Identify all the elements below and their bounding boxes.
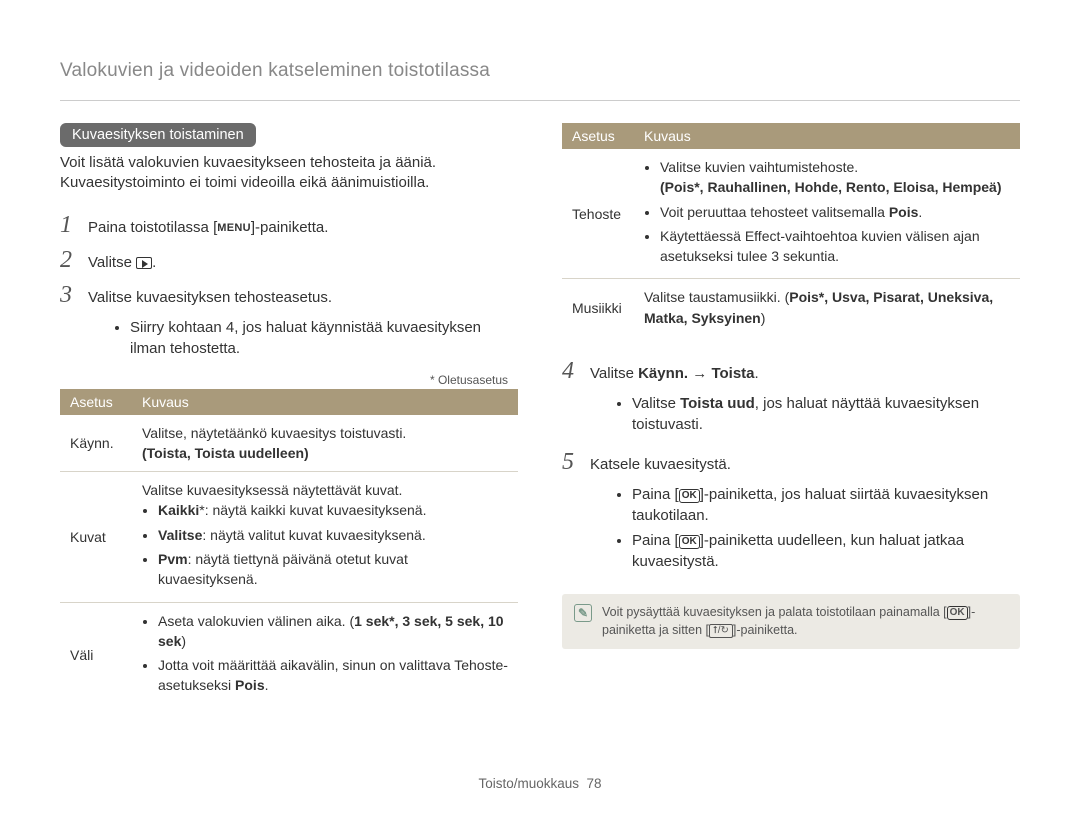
step-number: 5: [562, 449, 580, 476]
default-note: * Oletusasetus: [60, 373, 508, 387]
list-item: Kaikki*: näytä kaikki kuvat kuvaesitykse…: [158, 500, 508, 520]
setting-name: Musiikki: [562, 279, 634, 336]
settings-table-right: Asetus Kuvaus Tehoste Valitse kuvien vai…: [562, 123, 1020, 336]
table-row: Käynn. Valitse, näytetäänkö kuvaesitys t…: [60, 415, 518, 472]
step-5-sub: Paina [OK]-painiketta, jos haluat siirtä…: [592, 484, 1020, 572]
step-number: 2: [60, 247, 78, 274]
list-item: Käytettäessä Effect-vaihtoehtoa kuvien v…: [660, 226, 1010, 267]
setting-name: Tehoste: [562, 149, 634, 279]
setting-name: Käynn.: [60, 415, 132, 472]
setting-desc: Valitse taustamusiikki. (Pois*, Usva, Pi…: [634, 279, 1020, 336]
table-header: Asetus: [60, 389, 132, 415]
step-3-sub: Siirry kohtaan 4, jos haluat käynnistää …: [90, 317, 518, 359]
list-item: Paina [OK]-painiketta uudelleen, kun hal…: [632, 530, 1020, 572]
list-item: Pvm: näytä tiettynä päivänä otetut kuvat…: [158, 549, 508, 590]
list-item: Paina [OK]-painiketta, jos haluat siirtä…: [632, 484, 1020, 526]
step-text: Katsele kuvaesitystä.: [590, 454, 731, 475]
settings-table-left: Asetus Kuvaus Käynn. Valitse, näytetäänk…: [60, 389, 518, 708]
note-text: Voit pysäyttää kuvaesityksen ja palata t…: [602, 604, 1008, 639]
step-5: 5 Katsele kuvaesitystä.: [562, 449, 1020, 476]
page-header: Valokuvien ja videoiden katseleminen toi…: [60, 60, 1020, 82]
step-3: 3 Valitse kuvaesityksen tehosteasetus.: [60, 282, 518, 309]
page-footer: Toisto/muokkaus 78: [0, 776, 1080, 791]
setting-desc: Valitse, näytetäänkö kuvaesitys toistuva…: [132, 415, 518, 472]
step-2: 2 Valitse .: [60, 247, 518, 274]
table-header: Kuvaus: [634, 123, 1020, 149]
flash-timer-key-icon: ⭡/↻: [709, 624, 733, 638]
intro-line-1: Voit lisätä valokuvien kuvaesitykseen te…: [60, 154, 436, 171]
table-row: Kuvat Valitse kuvaesityksessä näytettävä…: [60, 472, 518, 602]
step-text: Valitse Käynn. → Toista.: [590, 363, 759, 384]
list-item: Aseta valokuvien välinen aika. (1 sek*, …: [158, 611, 508, 652]
setting-name: Väli: [60, 602, 132, 708]
table-row: Musiikki Valitse taustamusiikki. (Pois*,…: [562, 279, 1020, 336]
step-text: Paina toistotilassa [MENU]-painiketta.: [88, 217, 328, 238]
content-columns: Kuvaesityksen toistaminen Voit lisätä va…: [60, 123, 1020, 708]
setting-desc: Valitse kuvien vaihtumistehoste. (Pois*,…: [634, 149, 1020, 279]
intro-text: Voit lisätä valokuvien kuvaesitykseen te…: [60, 153, 518, 194]
step-number: 4: [562, 358, 580, 385]
note-box: ✎ Voit pysäyttää kuvaesityksen ja palata…: [562, 594, 1020, 649]
header-divider: [60, 100, 1020, 101]
step-4: 4 Valitse Käynn. → Toista.: [562, 358, 1020, 385]
setting-desc: Valitse kuvaesityksessä näytettävät kuva…: [132, 472, 518, 602]
footer-page-number: 78: [587, 776, 602, 791]
table-header: Kuvaus: [132, 389, 518, 415]
step-text: Valitse .: [88, 252, 156, 273]
section-title-pill: Kuvaesityksen toistaminen: [60, 123, 256, 147]
intro-line-2: Kuvaesitystoiminto ei toimi videoilla ei…: [60, 174, 429, 191]
menu-key: MENU: [217, 221, 251, 236]
setting-name: Kuvat: [60, 472, 132, 602]
step-number: 1: [60, 212, 78, 239]
ok-key-icon: OK: [947, 606, 968, 620]
table-row: Väli Aseta valokuvien välinen aika. (1 s…: [60, 602, 518, 708]
footer-section: Toisto/muokkaus: [478, 776, 579, 791]
step-1: 1 Paina toistotilassa [MENU]-painiketta.: [60, 212, 518, 239]
list-item: Jotta voit määrittää aikavälin, sinun on…: [158, 655, 508, 696]
step-number: 3: [60, 282, 78, 309]
ok-key-icon: OK: [679, 489, 700, 503]
table-row: Tehoste Valitse kuvien vaihtumistehoste.…: [562, 149, 1020, 279]
setting-desc: Aseta valokuvien välinen aika. (1 sek*, …: [132, 602, 518, 708]
list-item: Valitse: näytä valitut kuvat kuvaesityks…: [158, 525, 508, 545]
step-text: Valitse kuvaesityksen tehosteasetus.: [88, 287, 332, 308]
note-icon: ✎: [574, 604, 592, 622]
step-4-sub: Valitse Toista uud, jos haluat näyttää k…: [592, 393, 1020, 435]
left-column: Kuvaesityksen toistaminen Voit lisätä va…: [60, 123, 518, 708]
play-icon: [136, 257, 152, 269]
list-item: Valitse kuvien vaihtumistehoste. (Pois*,…: [660, 157, 1010, 198]
list-item: Voit peruuttaa tehosteet valitsemalla Po…: [660, 202, 1010, 222]
list-item: Valitse Toista uud, jos haluat näyttää k…: [632, 393, 1020, 435]
right-column: Asetus Kuvaus Tehoste Valitse kuvien vai…: [562, 123, 1020, 708]
table-header: Asetus: [562, 123, 634, 149]
list-item: Siirry kohtaan 4, jos haluat käynnistää …: [130, 317, 518, 359]
ok-key-icon: OK: [679, 535, 700, 549]
